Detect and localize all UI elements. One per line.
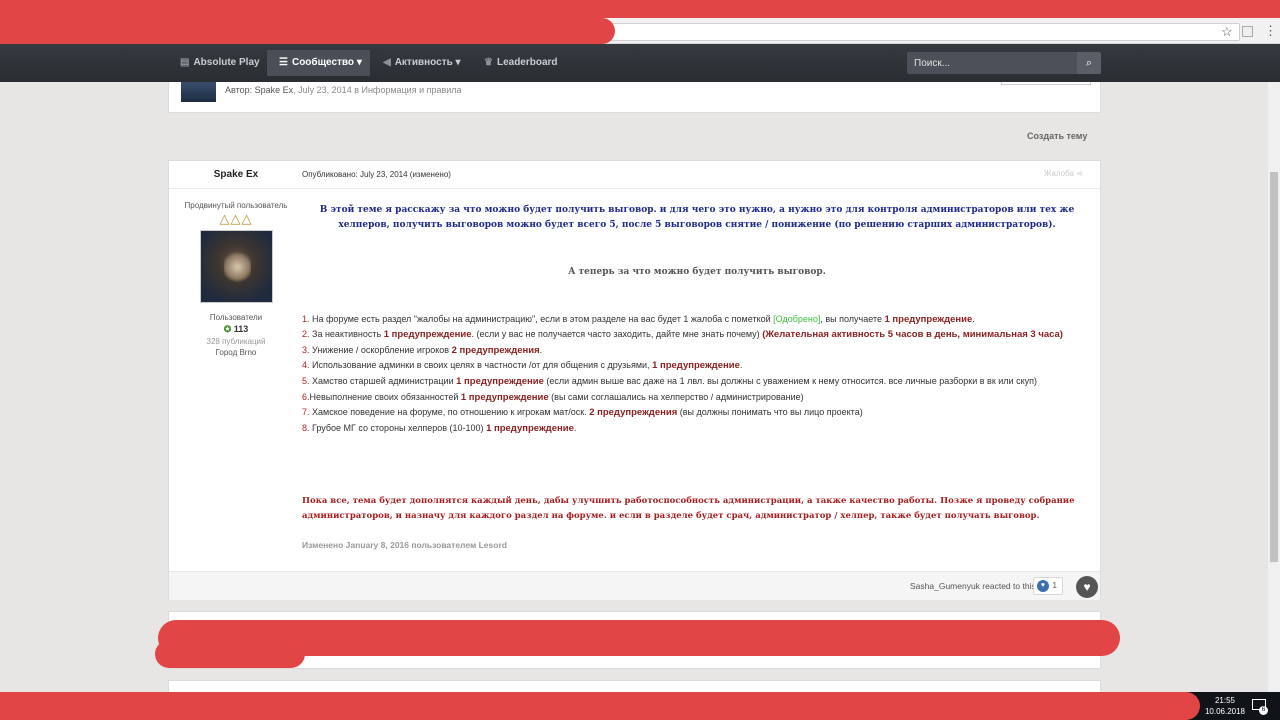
notification-badge: 6 <box>1259 706 1268 715</box>
post-date: Опубликовано: July 23, 2014 (изменено) <box>302 170 451 179</box>
avatar[interactable] <box>199 230 273 303</box>
rules-list: 1. На форуме есть раздел "жалобы на адми… <box>302 312 1092 437</box>
report-link[interactable]: Жалоба <box>1044 169 1074 178</box>
page-icon: ▤ <box>180 57 190 68</box>
redaction-mark <box>155 640 305 668</box>
topic-header: Автор: Spake Ex, July 23, 2014 в Информа… <box>168 82 1101 113</box>
user-group: Пользователи <box>209 313 263 322</box>
reputation-icon: ✪ <box>223 324 232 334</box>
scrollbar[interactable] <box>1268 82 1280 692</box>
list-item: 6.Невыполнение своих обязанностей 1 пред… <box>302 391 804 403</box>
post: Spake Ex Опубликовано: July 23, 2014 (из… <box>168 160 1101 600</box>
reacted-by[interactable]: Sasha_Gumenyuk reacted to this <box>910 581 1036 591</box>
reputation: ✪ 113 <box>223 324 249 334</box>
post-author-name[interactable]: Spake Ex <box>169 161 303 188</box>
topic-meta: Автор: Spake Ex, July 23, 2014 в Информа… <box>225 85 462 95</box>
trophy-icon: ♛ <box>484 57 493 68</box>
post-closing: Пока все, тема будет дополнятся каждый д… <box>302 496 1075 522</box>
list-item: 4. Использование админки в своих целях в… <box>302 360 743 372</box>
nav-absolute-play[interactable]: ▤ Absolute Play <box>168 50 272 76</box>
search-input[interactable] <box>907 52 1077 74</box>
share-icon[interactable]: Жалоба ⋖ <box>1044 169 1083 178</box>
nav-activity[interactable]: ◀ Активность ▾ <box>371 50 473 76</box>
list-icon: ☰ <box>279 57 288 68</box>
clock[interactable]: 21:55 10.06.2018 <box>1200 695 1250 717</box>
scrollbar-thumb[interactable] <box>1270 172 1278 562</box>
rank-icons: △△△ <box>219 211 253 226</box>
extension-icon[interactable] <box>1242 26 1253 37</box>
topic-author-avatar[interactable] <box>181 82 216 102</box>
post-subheading: А теперь за что можно будет получить выг… <box>568 267 826 277</box>
nav-leaderboard[interactable]: ♛ Leaderboard <box>472 50 570 76</box>
post-footer: Sasha_Gumenyuk reacted to this 1 ♥ ♥ <box>169 571 1100 600</box>
user-city: Город Brno <box>215 348 257 357</box>
list-item: 1. На форуме есть раздел "жалобы на адми… <box>302 313 975 325</box>
post-content: В этой теме я расскажу за что можно буде… <box>302 203 1092 553</box>
search-icon[interactable]: ⌕ <box>1077 52 1101 74</box>
list-item: 7. Хамское поведение на форуме, по отнош… <box>302 407 863 419</box>
rank-title: Продвинутый пользователь <box>184 201 288 210</box>
post-intro: В этой теме я расскажу за что можно буде… <box>319 205 1075 230</box>
star-icon[interactable]: ☆ <box>1221 24 1233 40</box>
megaphone-icon: ◀ <box>383 57 391 68</box>
redaction-mark <box>0 692 1200 720</box>
redaction-mark <box>0 18 615 44</box>
follow-button[interactable] <box>1001 82 1091 85</box>
posts-count: 328 публикаций <box>206 337 266 346</box>
list-item: 2. За неактивность 1 предупреждение. (ес… <box>302 329 1063 341</box>
redaction-mark <box>0 0 1280 18</box>
author-info: Продвинутый пользователь △△△ Пользовател… <box>169 201 303 357</box>
edited-note: Изменено January 8, 2016 пользователем L… <box>302 540 507 551</box>
list-item: 5. Хамство старшей администрации 1 преду… <box>302 375 1037 387</box>
create-topic-button[interactable]: Создать тему <box>1027 131 1087 141</box>
divider <box>169 188 1100 189</box>
topic-author-link[interactable]: Spake Ex <box>255 85 294 95</box>
react-button[interactable]: ♥ <box>1076 576 1098 598</box>
list-item: 8. Грубое МГ со стороны хелперов (10-100… <box>302 422 577 434</box>
menu-icon[interactable]: ⋮ <box>1264 24 1277 37</box>
list-item: 3. Унижение / оскорбление игроков 2 пред… <box>302 344 543 356</box>
heart-icon: ♥ <box>1037 580 1049 592</box>
nav-community[interactable]: ☰ Сообщество ▾ <box>267 50 370 76</box>
